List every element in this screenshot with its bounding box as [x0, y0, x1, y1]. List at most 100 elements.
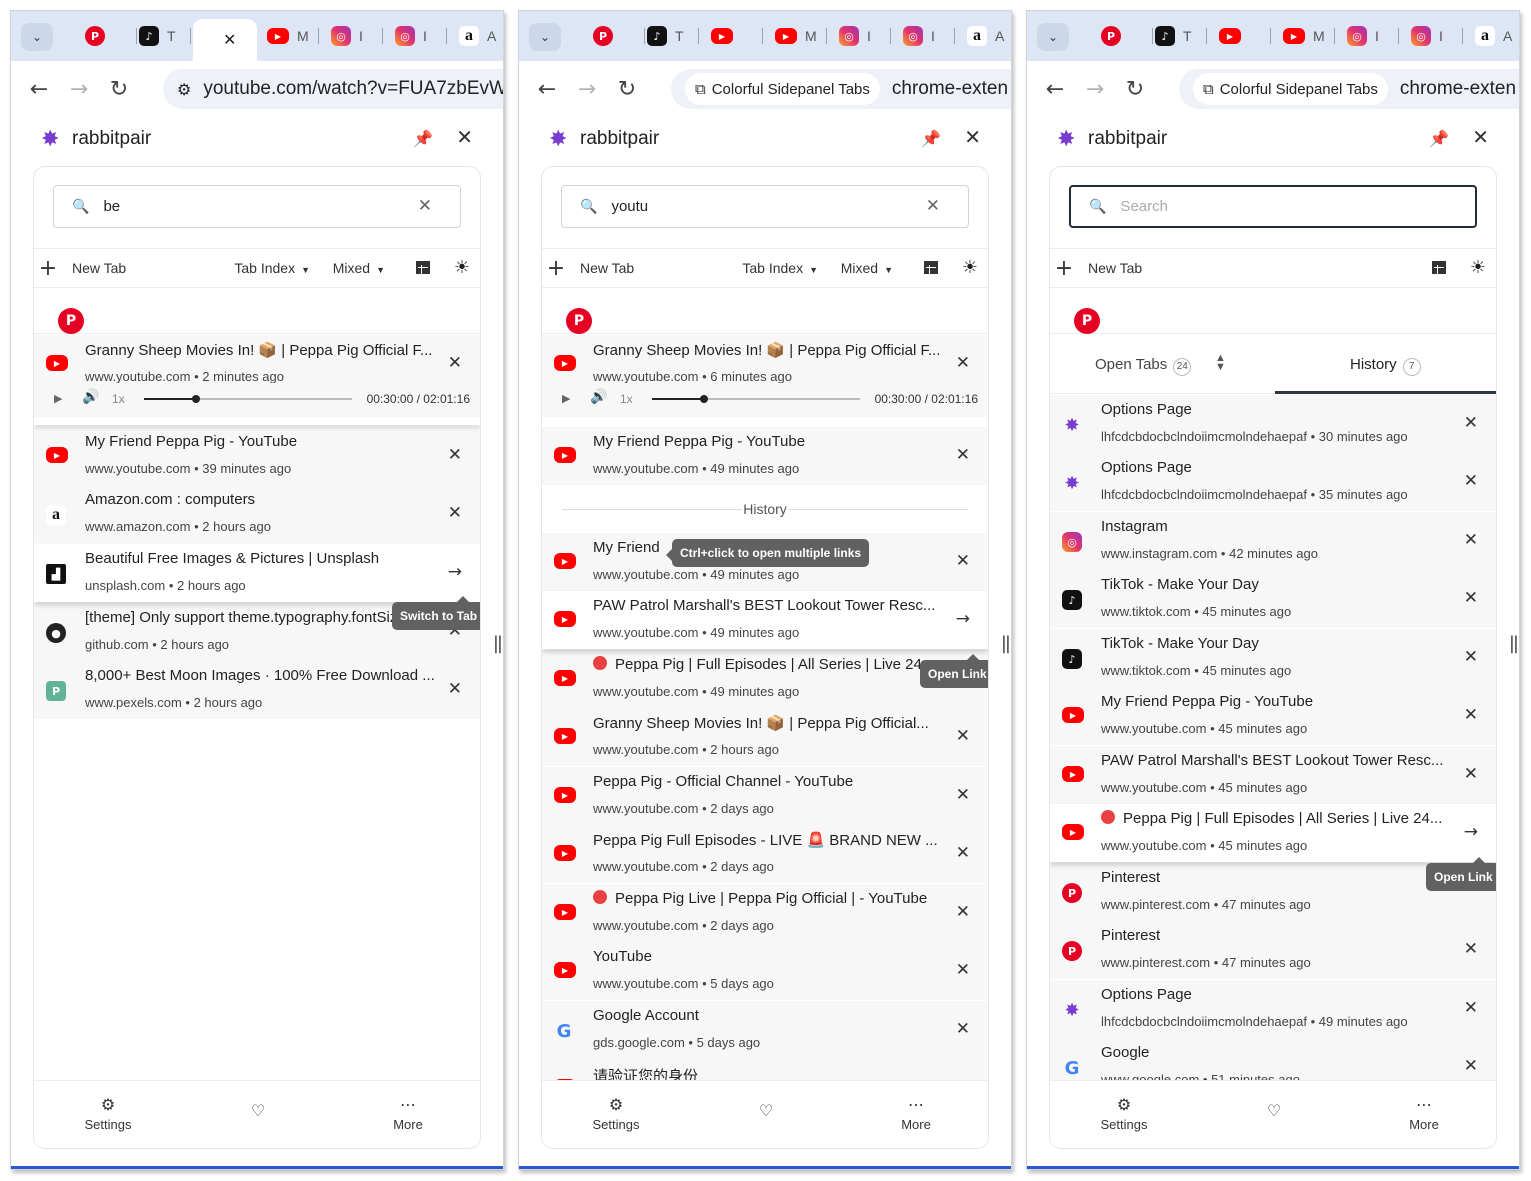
more-button[interactable]: ⋯ More: [1384, 1095, 1464, 1132]
plus-icon[interactable]: +: [546, 256, 566, 281]
seek-knob[interactable]: [192, 395, 200, 403]
search-input[interactable]: 🔍 be ✕: [53, 185, 461, 228]
resize-handle-icon[interactable]: ||: [493, 633, 503, 654]
browser-tab[interactable]: ◎ I: [1337, 19, 1399, 53]
list-item[interactable]: ▶ My Friend Peppa Pig - YouTube www.youtub…: [542, 427, 988, 485]
layout-grid-icon[interactable]: [416, 261, 430, 274]
back-icon[interactable]: ←: [527, 77, 567, 102]
arrow-right-icon[interactable]: →: [1464, 822, 1478, 842]
list-item[interactable]: ♪ TikTok - Make Your Day www.tiktok.com • …: [1050, 570, 1496, 628]
list-item[interactable]: ▶ PAW Patrol Marshall's BEST Lookout Towe…: [542, 591, 988, 649]
play-icon[interactable]: ▶: [54, 392, 62, 405]
list-item[interactable]: ▶ Granny Sheep Movies In! 📦 | Peppa Pig O…: [542, 708, 988, 766]
play-icon[interactable]: ▶: [562, 392, 570, 405]
browser-tab[interactable]: ♪ T: [129, 19, 191, 53]
browser-tab[interactable]: P: [1091, 19, 1153, 53]
tab-search-button[interactable]: ⌄: [1037, 23, 1069, 51]
list-item[interactable]: ✸ Options Page lhfcdcbdocbclndoiimcmolndeh…: [1050, 395, 1496, 453]
reload-icon[interactable]: ↻: [99, 77, 139, 102]
list-item[interactable]: ▶ PAW Patrol Marshall's BEST Lookout Towe…: [1050, 746, 1496, 804]
sort-toggle-icon[interactable]: ▲ ▼: [1215, 353, 1226, 373]
omnibox[interactable]: ⧉ Colorful Sidepanel Tabs chrome-exten: [671, 69, 1011, 109]
browser-tab[interactable]: ◎ I: [1401, 19, 1463, 53]
site-settings-icon[interactable]: ⚙: [177, 80, 191, 99]
list-item[interactable]: ▶ Peppa Pig - Official Channel - YouTube w…: [542, 767, 988, 825]
browser-tab[interactable]: ♪ T: [637, 19, 699, 53]
pin-icon[interactable]: 📌: [1429, 129, 1449, 148]
volume-icon[interactable]: 🔊: [590, 389, 607, 405]
close-panel-icon[interactable]: ✕: [456, 125, 473, 149]
close-icon[interactable]: ✕: [1464, 939, 1478, 959]
tab-open-tabs[interactable]: Open Tabs 24: [1095, 356, 1192, 376]
forward-icon[interactable]: →: [59, 77, 99, 102]
list-item[interactable]: ▟ Beautiful Free Images & Pictures | Unsp…: [34, 544, 480, 602]
volume-icon[interactable]: 🔊: [82, 389, 99, 405]
reload-icon[interactable]: ↻: [607, 77, 647, 102]
list-item[interactable]: ✸ Options Page lhfcdcbdocbclndoiimcmolndeh…: [1050, 453, 1496, 511]
arrow-right-icon[interactable]: →: [956, 609, 970, 629]
plus-icon[interactable]: +: [38, 256, 58, 281]
extension-chip[interactable]: ⧉ Colorful Sidepanel Tabs: [1193, 73, 1388, 105]
speed-button[interactable]: 1x: [112, 392, 125, 406]
close-icon[interactable]: ✕: [956, 960, 970, 980]
browser-tab[interactable]: ♪ T: [1145, 19, 1207, 53]
mode-select[interactable]: Mixed ▼: [333, 260, 385, 276]
browser-tab[interactable]: P: [583, 19, 645, 53]
browser-tab[interactable]: P: [75, 19, 137, 53]
more-button[interactable]: ⋯ More: [368, 1095, 448, 1132]
close-tab-icon[interactable]: ✕: [223, 30, 236, 50]
close-icon[interactable]: ✕: [1464, 764, 1478, 784]
settings-button[interactable]: ⚙ Settings: [68, 1095, 148, 1132]
pin-icon[interactable]: 📌: [413, 129, 433, 148]
close-icon[interactable]: ✕: [1464, 413, 1478, 433]
plus-icon[interactable]: +: [1054, 256, 1074, 281]
theme-sun-icon[interactable]: ☀: [454, 257, 470, 278]
close-icon[interactable]: ✕: [956, 843, 970, 863]
browser-tab[interactable]: ▶: [701, 19, 763, 53]
settings-button[interactable]: ⚙ Settings: [576, 1095, 656, 1132]
favorite-button[interactable]: ♡: [1234, 1101, 1314, 1123]
forward-icon[interactable]: →: [567, 77, 607, 102]
browser-tab[interactable]: aA: [957, 19, 1011, 53]
layout-grid-icon[interactable]: [924, 261, 938, 274]
close-icon[interactable]: ✕: [1464, 998, 1478, 1018]
theme-sun-icon[interactable]: ☀: [1470, 257, 1486, 278]
close-icon[interactable]: ✕: [956, 445, 970, 465]
browser-tab[interactable]: ▶: [1209, 19, 1271, 53]
browser-tab[interactable]: aA: [1465, 19, 1519, 53]
mode-select[interactable]: Mixed ▼: [841, 260, 893, 276]
list-item[interactable]: ▶ Peppa Pig | Full Episodes | All Series …: [1050, 804, 1496, 862]
favorite-button[interactable]: ♡: [218, 1101, 298, 1123]
pin-icon[interactable]: 📌: [921, 129, 941, 148]
new-tab-button[interactable]: New Tab: [580, 260, 634, 276]
list-item[interactable]: ▶ YouTube www.youtube.com • 5 days ago ✕: [542, 942, 988, 1000]
favorite-button[interactable]: ♡: [726, 1101, 806, 1123]
seek-slider[interactable]: [652, 395, 860, 403]
browser-tab[interactable]: ▶ M: [1273, 19, 1335, 53]
forward-icon[interactable]: →: [1075, 77, 1115, 102]
list-item[interactable]: ✸ Options Page lhfcdcbdocbclndoiimcmolndeh…: [1050, 980, 1496, 1038]
browser-tab[interactable]: ◎ I: [385, 19, 447, 53]
close-panel-icon[interactable]: ✕: [1472, 125, 1489, 149]
search-input[interactable]: 🔍 youtu ✕: [561, 185, 969, 228]
omnibox[interactable]: ⧉ Colorful Sidepanel Tabs chrome-exten: [1179, 69, 1519, 109]
close-icon[interactable]: ✕: [448, 679, 462, 699]
new-tab-button[interactable]: New Tab: [1088, 260, 1142, 276]
close-icon[interactable]: ✕: [448, 445, 462, 465]
seek-slider[interactable]: [144, 395, 352, 403]
more-button[interactable]: ⋯ More: [876, 1095, 956, 1132]
clear-search-icon[interactable]: ✕: [926, 196, 940, 216]
list-item[interactable]: P 8,000+ Best Moon Images · 100% Free Dow…: [34, 661, 480, 719]
close-icon[interactable]: ✕: [956, 785, 970, 805]
reload-icon[interactable]: ↻: [1115, 77, 1155, 102]
close-icon[interactable]: ✕: [1464, 647, 1478, 667]
list-item[interactable]: ♪ TikTok - Make Your Day www.tiktok.com • …: [1050, 629, 1496, 687]
list-item[interactable]: ▶ Peppa Pig Live | Peppa Pig Official | -…: [542, 884, 988, 942]
list-item[interactable]: G Google Account gds.google.com • 5 days a…: [542, 1001, 988, 1059]
close-icon[interactable]: ✕: [956, 353, 970, 373]
new-tab-button[interactable]: New Tab: [72, 260, 126, 276]
speed-button[interactable]: 1x: [620, 392, 633, 406]
resize-handle-icon[interactable]: ||: [1509, 633, 1519, 654]
close-icon[interactable]: ✕: [448, 503, 462, 523]
close-icon[interactable]: ✕: [956, 902, 970, 922]
